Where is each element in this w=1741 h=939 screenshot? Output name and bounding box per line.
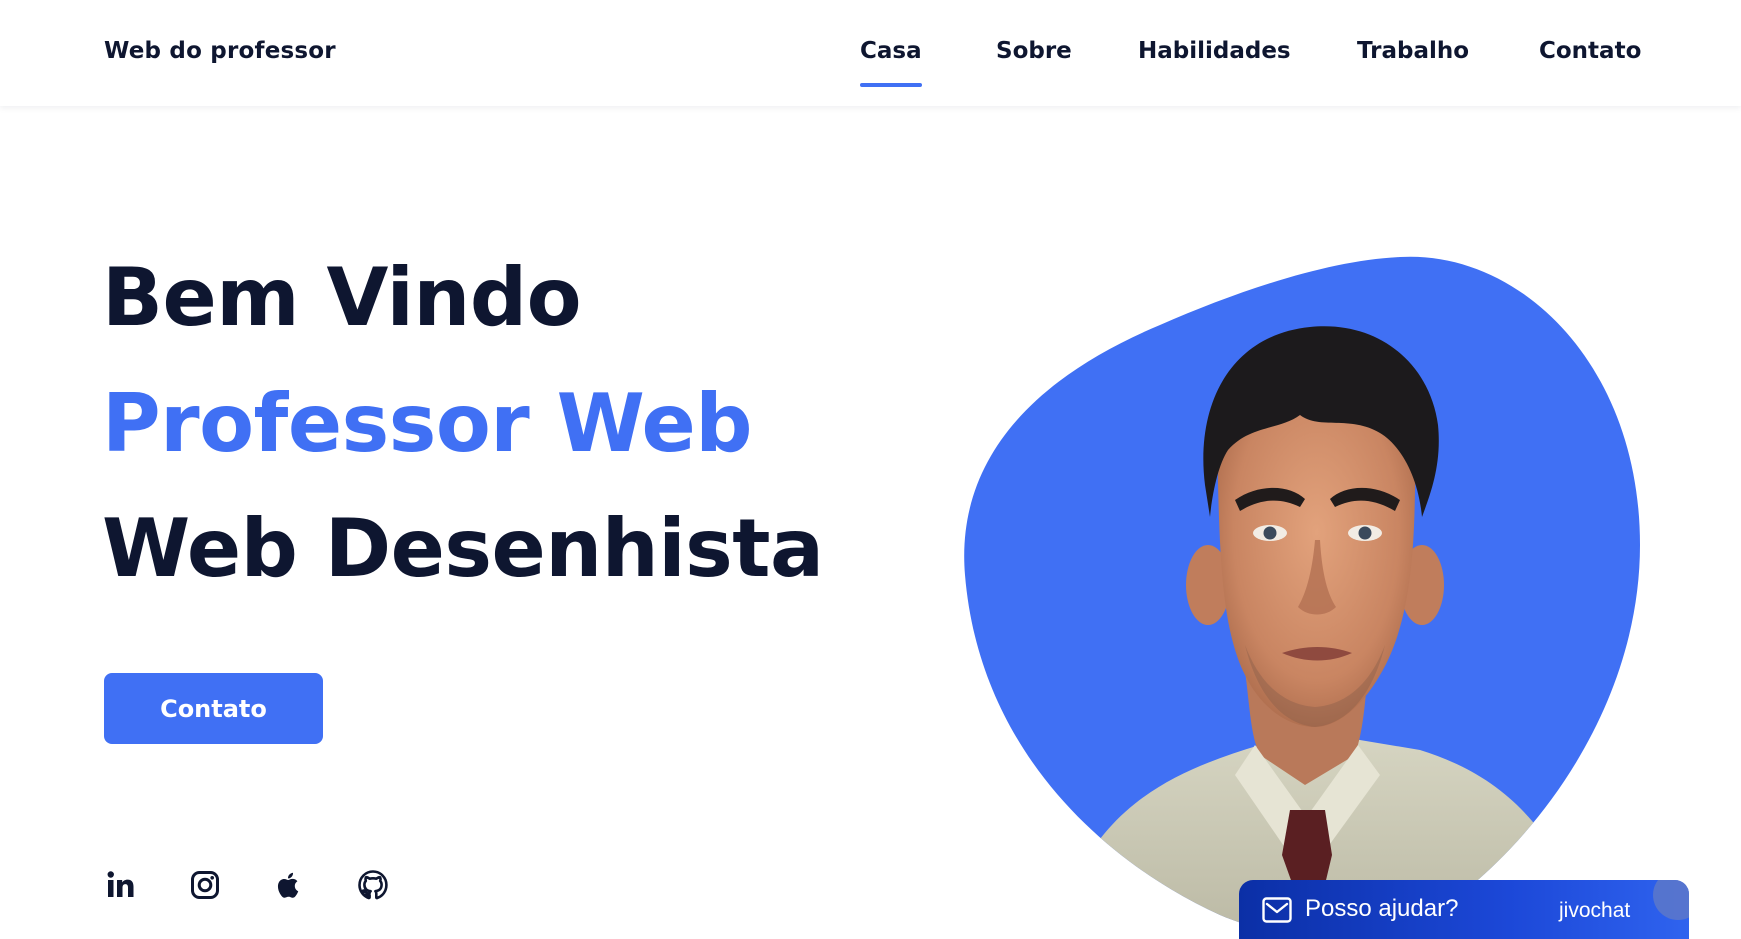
nav-label: Trabalho bbox=[1357, 38, 1470, 64]
nav-item-sobre[interactable]: Sobre bbox=[996, 38, 1072, 64]
hero-role: Web Desenhista bbox=[102, 502, 824, 595]
chat-widget[interactable]: Posso ajudar? jivochat bbox=[1239, 880, 1689, 939]
nav-active-indicator bbox=[860, 83, 922, 87]
envelope-icon bbox=[1262, 897, 1292, 923]
social-links bbox=[104, 868, 404, 908]
nav-label: Contato bbox=[1539, 38, 1642, 64]
hero-name: Professor Web bbox=[102, 377, 753, 470]
site-header: Web do professor Casa Sobre Habilidades … bbox=[0, 0, 1741, 106]
portrait-illustration bbox=[964, 256, 1640, 938]
nav-item-contato[interactable]: Contato bbox=[1539, 38, 1641, 64]
nav-label: Habilidades bbox=[1138, 38, 1291, 64]
github-icon[interactable] bbox=[356, 868, 390, 902]
nav-item-casa[interactable]: Casa bbox=[860, 38, 922, 87]
nav-label: Casa bbox=[860, 38, 922, 64]
hero-image bbox=[960, 255, 1650, 939]
chat-label: Posso ajudar? bbox=[1305, 895, 1459, 922]
apple-icon[interactable] bbox=[272, 868, 306, 902]
chat-brand: jivochat bbox=[1559, 899, 1631, 922]
nav-item-trabalho[interactable]: Trabalho bbox=[1357, 38, 1469, 64]
linkedin-icon[interactable] bbox=[104, 868, 138, 902]
nav-item-habilidades[interactable]: Habilidades bbox=[1138, 38, 1291, 64]
chat-corner-decoration bbox=[1653, 880, 1689, 920]
hero-title: Bem Vindo bbox=[102, 251, 582, 344]
contact-button[interactable]: Contato bbox=[104, 673, 323, 744]
nav-label: Sobre bbox=[996, 38, 1072, 64]
instagram-icon[interactable] bbox=[188, 868, 222, 902]
main-nav: Casa Sobre Habilidades Trabalho Contato bbox=[0, 38, 1741, 88]
page: Web do professor Casa Sobre Habilidades … bbox=[0, 0, 1741, 939]
